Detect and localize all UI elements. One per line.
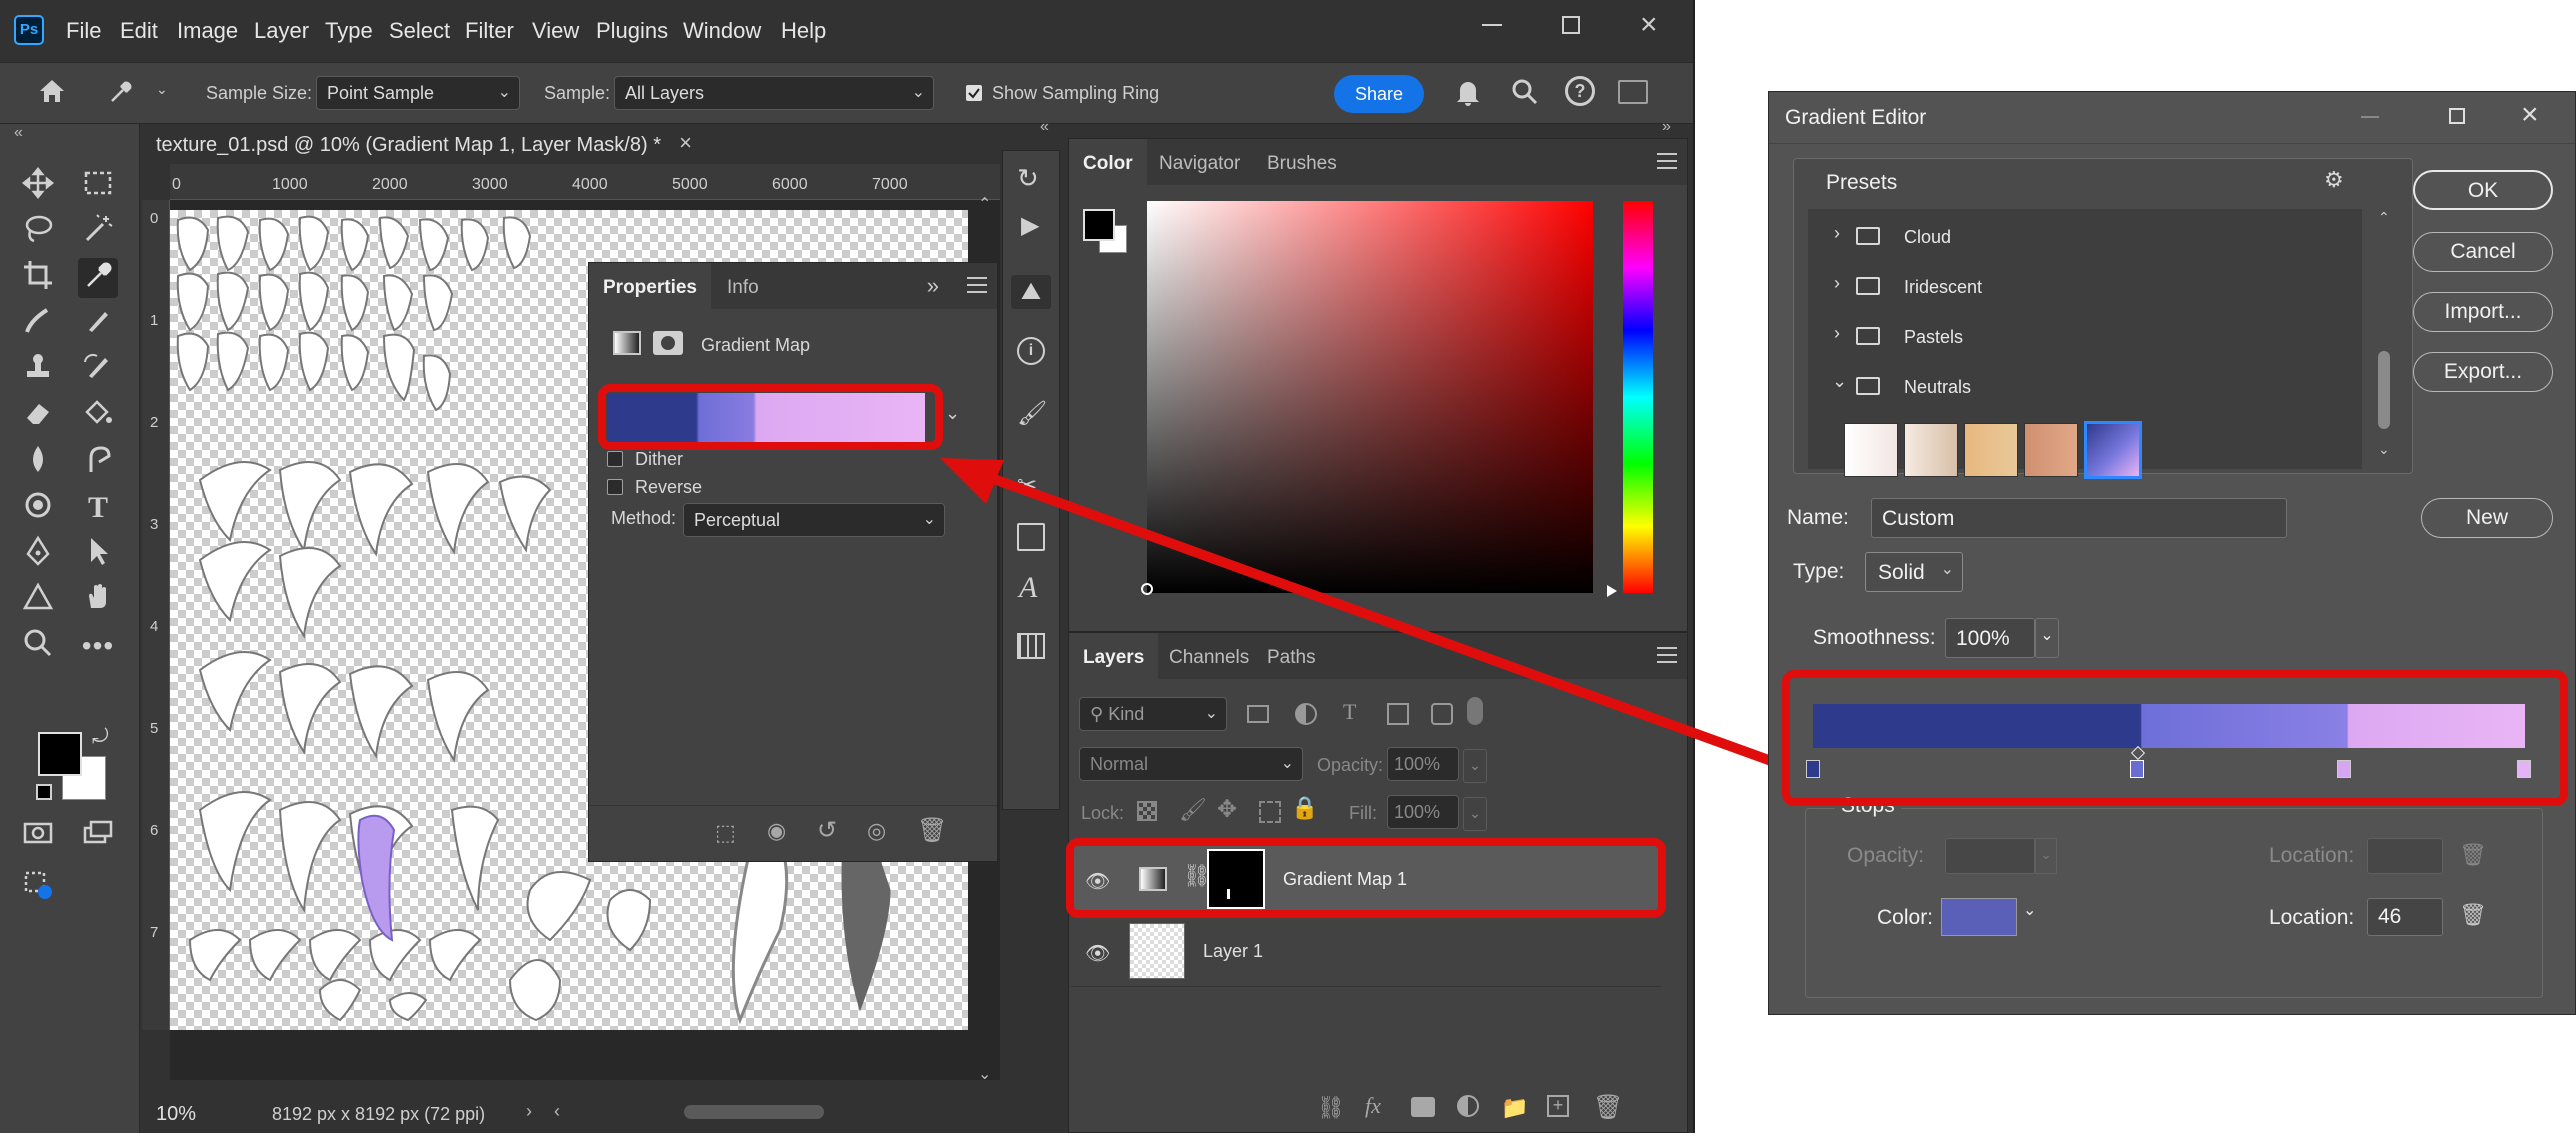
- delete-color-stop-icon[interactable]: 🗑: [2459, 902, 2487, 928]
- export-button[interactable]: Export...: [2413, 352, 2553, 392]
- preset-swatch-selected[interactable]: [2084, 421, 2142, 479]
- dialog-maximize-icon[interactable]: [2449, 108, 2465, 124]
- preset-swatch[interactable]: [1904, 423, 1958, 477]
- presets-list: › Cloud › Iridescent › Pastels ⌄ Neutral…: [1808, 209, 2362, 479]
- stop-color-label: Color:: [1877, 906, 1934, 929]
- chevron-right-icon: ›: [1834, 323, 1840, 343]
- scroll-up-icon[interactable]: ⌃: [2378, 209, 2390, 226]
- gradient-name-value: Custom: [1882, 507, 1955, 530]
- preset-folder-label: Cloud: [1904, 227, 1952, 247]
- smoothness-value: 100%: [1956, 627, 2010, 650]
- preset-folder-label: Pastels: [1904, 327, 1964, 347]
- ok-button[interactable]: OK: [2413, 170, 2553, 210]
- presets-label: Presets: [1826, 171, 1898, 194]
- gradient-editor-dialog: Gradient Editor × Presets ⚙ › Cloud › Ir…: [1768, 91, 2576, 1015]
- stop-color-swatch[interactable]: [1941, 898, 2017, 936]
- new-button[interactable]: New: [2421, 498, 2553, 538]
- gradient-name-input[interactable]: Custom: [1871, 498, 2287, 538]
- folder-icon: [1856, 327, 1880, 345]
- color-location-value: 46: [2378, 905, 2402, 928]
- stop-opacity-chevron-icon: ⌄: [2035, 838, 2057, 874]
- stop-opacity-label: Opacity:: [1847, 844, 1925, 867]
- dialog-titlebar: Gradient Editor ×: [1769, 92, 2575, 144]
- folder-icon: [1856, 277, 1880, 295]
- preset-swatch[interactable]: [2024, 423, 2078, 477]
- chevron-right-icon: ›: [1834, 273, 1840, 293]
- opacity-location-label: Location:: [2269, 844, 2355, 867]
- chevron-right-icon: ›: [1834, 223, 1840, 243]
- cancel-button[interactable]: Cancel: [2413, 232, 2553, 272]
- smoothness-chevron-icon[interactable]: ⌄: [2035, 618, 2059, 658]
- folder-icon: [1856, 227, 1880, 245]
- chevron-down-icon: ⌄: [1832, 371, 1848, 391]
- presets-group: Presets ⚙ › Cloud › Iridescent › Pastels…: [1793, 158, 2413, 479]
- presets-scrollbar[interactable]: ⌃ ⌄: [2374, 209, 2396, 469]
- open-folder-icon: [1856, 377, 1880, 395]
- type-value: Solid: [1878, 561, 1925, 584]
- preset-swatch[interactable]: [1844, 423, 1898, 477]
- gradient-ramp-highlight: [1782, 670, 2568, 806]
- dialog-minimize-icon: [2361, 116, 2379, 118]
- preset-swatch[interactable]: [1964, 423, 2018, 477]
- stop-color-chevron-icon[interactable]: ⌄: [2023, 900, 2036, 920]
- chevron-down-icon: ⌄: [1940, 561, 1954, 578]
- import-button[interactable]: Import...: [2413, 292, 2553, 332]
- dialog-close-icon[interactable]: ×: [2521, 98, 2539, 132]
- scrollbar-thumb[interactable]: [2378, 351, 2390, 429]
- smoothness-input[interactable]: 100%: [1945, 618, 2035, 658]
- dialog-title: Gradient Editor: [1785, 106, 1927, 129]
- presets-gear-icon[interactable]: ⚙: [2324, 167, 2344, 193]
- preset-folder-label: Neutrals: [1904, 377, 1972, 397]
- preset-folder-label: Iridescent: [1904, 277, 1983, 297]
- color-location-input[interactable]: 46: [2367, 898, 2443, 936]
- delete-opacity-stop-icon: 🗑: [2459, 842, 2487, 867]
- color-location-label: Location:: [2269, 906, 2355, 929]
- name-label: Name:: [1787, 506, 1849, 529]
- scroll-down-icon[interactable]: ⌄: [2378, 441, 2390, 458]
- stop-opacity-input: [1945, 838, 2035, 874]
- type-label: Type:: [1793, 560, 1845, 583]
- opacity-location-input: [2367, 838, 2443, 874]
- smoothness-label: Smoothness:: [1813, 626, 1936, 649]
- type-dropdown[interactable]: Solid ⌄: [1865, 552, 1963, 592]
